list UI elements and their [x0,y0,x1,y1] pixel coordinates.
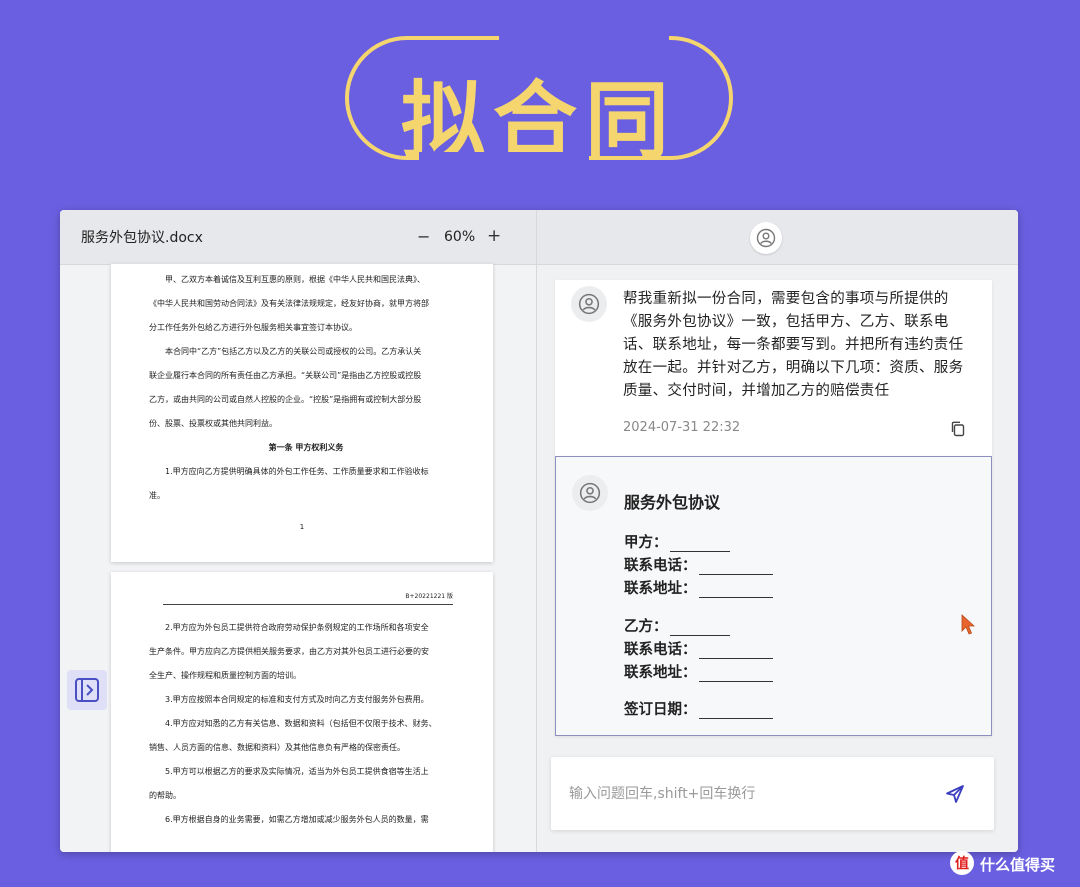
doc-line: 的帮助。 [149,791,181,800]
field-label: 联系地址： [624,581,697,597]
party-b-field: 乙方： [624,615,730,636]
field-blank [669,537,730,552]
chat-pane: 帮我重新拟一份合同，需要包含的事项与所提供的《服务外包协议》一致，包括甲方、乙方… [537,210,1018,852]
field-label: 签订日期： [624,702,697,718]
zoom-in-button[interactable]: + [487,226,501,246]
party-a-phone-field: 联系电话： [624,554,773,575]
app-window: 服务外包协议.docx − 60% + 甲、乙双方本着诚信及互利互惠的原则，根据… [60,210,1018,852]
zoom-level: 60% [444,229,476,245]
chat-header [537,210,1018,265]
party-b-address-field: 联系地址： [624,661,773,682]
copy-icon[interactable] [949,420,967,438]
doc-line: 准。 [149,491,165,500]
sign-date-field: 签订日期： [624,698,773,719]
doc-line: 《中华人民共和国劳动合同法》及有关法律法规规定，经友好协商，就甲方将部 [149,299,429,308]
page-body: 甲、乙双方本着诚信及互利互惠的原则，根据《中华人民共和国民法典》、 《中华人民共… [111,264,493,508]
user-circle-icon [756,228,776,248]
document-page: 甲、乙双方本着诚信及互利互惠的原则，根据《中华人民共和国民法典》、 《中华人民共… [111,264,493,562]
field-blank [698,583,773,598]
user-circle-icon [578,293,600,315]
watermark-logo-text: 值 [955,856,969,872]
zoom-out-button[interactable]: − [417,227,430,246]
watermark-text: 什么值得买 [980,856,1056,874]
message-timestamp: 2024-07-31 22:32 [623,420,741,435]
field-label: 乙方： [624,619,668,635]
contract-title: 服务外包协议 [624,493,721,512]
party-a-address-field: 联系地址： [624,577,773,598]
field-blank [698,644,773,659]
document-pane: 服务外包协议.docx − 60% + 甲、乙双方本着诚信及互利互惠的原则，根据… [60,210,536,852]
field-blank [698,704,773,719]
field-blank [698,560,773,575]
page-body: 2.甲方应为外包员工提供符合政府劳动保护条例规定的工作场所和各项安全 生产条件。… [111,572,493,832]
avatar [571,286,607,322]
banner-frame: 拟合同 [345,34,733,170]
watermark-logo: 值 [950,851,974,875]
party-b-phone-field: 联系电话： [624,638,773,659]
doc-line: 生产条件。甲方应向乙方提供相关服务要求，由乙方对其外包员工进行必要的安 [149,647,429,656]
field-label: 联系电话： [624,558,697,574]
message-text: 帮我重新拟一份合同，需要包含的事项与所提供的《服务外包协议》一致，包括甲方、乙方… [623,291,964,399]
doc-line: 5.甲方可以根据乙方的要求及实际情况，适当为外包员工提供食宿等生活上 [165,767,429,776]
doc-line: 3.甲方应按照本合同规定的标准和支付方式及时向乙方支付服务外包费用。 [165,695,429,704]
watermark: 值 什么值得买 [950,851,1070,877]
chat-input[interactable] [567,781,921,807]
doc-line: 4.甲方应对知悉的乙方有关信息、数据和资料（包括但不仅限于技术、财务、 [165,719,437,728]
doc-line: 本合同中“乙方”包括乙方以及乙方的关联公司或授权的公司。乙方承认关 [165,347,422,356]
banner-title: 拟合同 [400,72,677,170]
document-filename: 服务外包协议.docx [81,230,203,246]
doc-line: 联企业履行本合同的所有责任由乙方承担。“关联公司”是指由乙方控股或控股 [149,371,422,380]
doc-line: 分工作任务外包给乙方进行外包服务相关事宜签订本协议。 [149,323,357,332]
doc-line: 甲、乙双方本着诚信及互利互惠的原则，根据《中华人民共和国民法典》、 [165,275,425,284]
doc-line: 乙方，或由共同的公司或自然人控股的企业。“控股”是指拥有或控制大部分股 [149,395,422,404]
assistant-message: 服务外包协议 甲方： 联系电话： 联系地址： 乙方： 联系电话： 联系地址： 签… [555,456,992,736]
field-label: 甲方： [624,535,668,551]
page-header-rule: B+20221221 版 [163,592,453,605]
sidebar-expand-icon [75,678,99,702]
doc-line: 2.甲方应为外包员工提供符合政府劳动保护条例规定的工作场所和各项安全 [165,623,429,632]
chat-input-box [551,757,994,830]
user-message: 帮我重新拟一份合同，需要包含的事项与所提供的《服务外包协议》一致，包括甲方、乙方… [555,280,992,456]
avatar [572,475,608,511]
avatar[interactable] [750,222,782,254]
doc-line: 全生产、操作规程和质量控制方面的培训。 [149,671,301,680]
doc-line: 1.甲方应向乙方提供明确具体的外包工作任务、工作质量要求和工作验收标 [165,467,429,476]
mouse-pointer-icon [961,614,976,635]
user-circle-icon [579,482,601,504]
page-header-code: B+20221221 版 [405,593,453,600]
field-label: 联系电话： [624,642,697,658]
sidebar-expand-button[interactable] [67,670,107,710]
document-page: B+20221221 版 2.甲方应为外包员工提供符合政府劳动保护条例规定的工作… [111,572,493,852]
document-toolbar: 服务外包协议.docx − 60% + [60,210,536,265]
section-title: 第一条 甲方权利义务 [268,443,344,452]
doc-line: 销售、人员方面的信息、数据和资料）及其他信息负有严格的保密责任。 [149,743,405,752]
field-label: 联系地址： [624,665,697,681]
doc-line: 份、股票、投票权或其他共同利益。 [149,419,277,428]
doc-line: 6.甲方根据自身的业务需要，如需乙方增加或减少服务外包人员的数量，需 [165,815,429,824]
field-blank [669,621,730,636]
field-blank [698,667,773,682]
party-a-field: 甲方： [624,531,730,552]
send-icon[interactable] [944,783,966,805]
page-number: 1 [299,523,305,531]
